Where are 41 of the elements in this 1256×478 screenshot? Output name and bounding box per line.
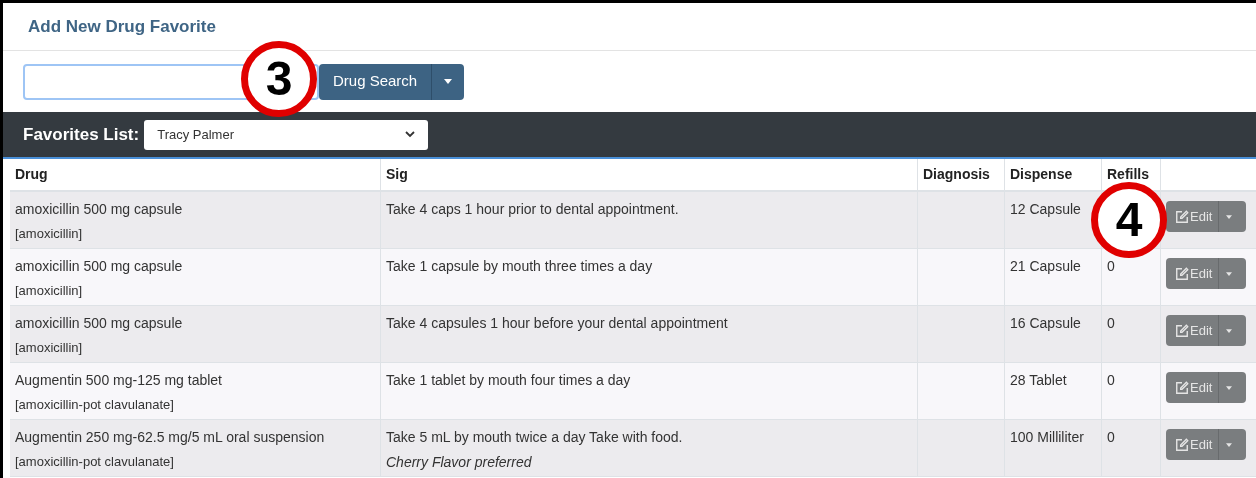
refills-cell: 0 <box>1107 315 1115 331</box>
sig-text: Take 1 tablet by mouth four times a day <box>386 371 632 390</box>
callout-badge: 3 <box>241 41 317 117</box>
favorites-dropdown[interactable]: Tracy Palmer <box>144 119 429 150</box>
dispense-cell: 100 Milliliter <box>1010 429 1084 445</box>
edit-icon <box>1175 266 1189 281</box>
refills-cell: 0 <box>1107 372 1115 388</box>
column-header: Dispense <box>1005 159 1102 190</box>
edit-icon <box>1175 437 1189 452</box>
chevron-icon <box>405 131 416 138</box>
drug-name: amoxicillin 500 mg capsule <box>15 200 184 219</box>
edit-icon <box>1175 380 1189 395</box>
edit-icon <box>1175 323 1189 338</box>
column-header: Sig <box>381 159 918 190</box>
dispense-cell: 21 Capsule <box>1010 258 1081 274</box>
sig-text: Take 1 capsule by mouth three times a day <box>386 257 654 276</box>
favorites-label: Favorites List: <box>23 123 140 146</box>
drug-search-button[interactable]: Drug Search <box>319 63 465 100</box>
refills-cell: 0 <box>1107 429 1115 445</box>
sig-note: Cherry Flavor preferred <box>386 453 533 472</box>
column-header: Drug <box>10 159 381 190</box>
drug-name: Augmentin 250 mg-62.5 mg/5 mL oral suspension <box>15 428 326 447</box>
drug-name: Augmentin 500 mg-125 mg tablet <box>15 371 223 390</box>
dispense-cell: 28 Tablet <box>1010 372 1067 388</box>
dispense-cell: 12 Capsule <box>1010 201 1081 217</box>
sig-text: Take 4 capsules 1 hour before your dental appointment <box>386 314 729 333</box>
page-title: Add New Drug Favorite <box>28 15 216 38</box>
edit-icon <box>1175 209 1189 224</box>
generic-name: [amoxicillin] <box>15 282 84 300</box>
dispense-cell: 16 Capsule <box>1010 315 1081 331</box>
generic-name: [amoxicillin] <box>15 225 84 243</box>
generic-name: [amoxicillin-pot clavulanate] <box>15 396 175 414</box>
drug-name: amoxicillin 500 mg capsule <box>15 257 184 276</box>
column-header: Diagnosis <box>918 159 1005 190</box>
refills-cell: 0 <box>1107 258 1115 274</box>
generic-name: [amoxicillin-pot clavulanate] <box>15 453 175 471</box>
sig-text: Take 4 caps 1 hour prior to dental appointment. <box>386 200 680 219</box>
sig-text: Take 5 mL by mouth twice a day Take with food. <box>386 428 684 447</box>
callout-badge: 4 <box>1091 182 1167 258</box>
generic-name: [amoxicillin] <box>15 339 84 357</box>
drug-name: amoxicillin 500 mg capsule <box>15 314 184 333</box>
